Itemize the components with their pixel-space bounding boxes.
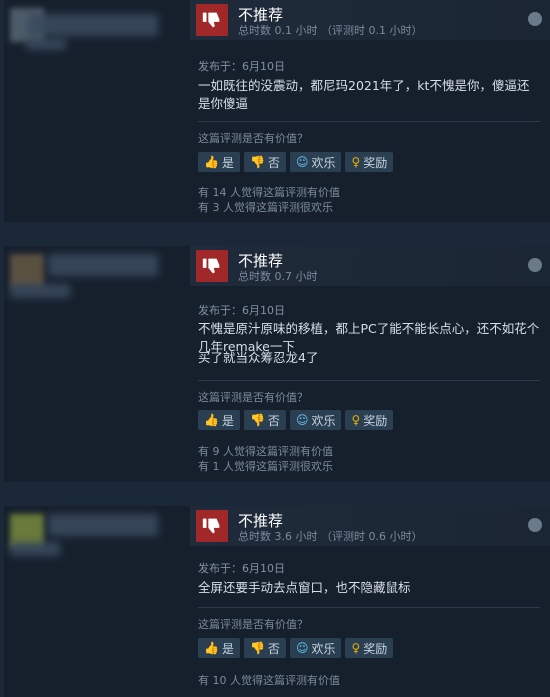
review-header[interactable]: 不推荐 总时数 0.1 小时 （评测时 0.1 小时） [190,0,550,40]
smile-icon: ☺ [295,155,309,169]
vote-yes-button[interactable]: 👍 是 [198,152,240,172]
award-icon: ♀ [351,641,361,655]
helpful-question: 这篇评测是否有价值？ [198,391,308,404]
vote-funny-button[interactable]: ☺ 欢乐 [289,152,342,172]
vote-yes-button[interactable]: 👍 是 [198,410,240,430]
thumbs-down-icon: 👎 [249,641,265,655]
review-header[interactable]: 不推荐 总时数 0.7 小时 [190,246,550,286]
reviewer-name-blurred[interactable] [48,254,158,276]
reviewer-meta-blurred [10,542,60,556]
helpful-count: 有 9 人觉得这篇评测有价值 [198,445,333,458]
award-button[interactable]: ♀ 奖励 [345,638,394,658]
helpful-question: 这篇评测是否有价值？ [198,618,308,631]
vote-yes-button[interactable]: 👍 是 [198,638,240,658]
play-hours: 总时数 3.6 小时 （评测时 0.6 小时） [238,530,423,543]
thumbs-down-icon [196,4,228,36]
review-text: 全屏还要手动去点窗口，也不隐藏鼠标 [198,580,411,595]
vote-funny-button[interactable]: ☺ 欢乐 [289,410,342,430]
posted-date: 发布于：6月10日 [198,60,285,73]
reviewer-meta-blurred [10,284,70,298]
reviewer-name-blurred[interactable] [48,514,158,536]
vote-no-button[interactable]: 👎 否 [243,152,286,172]
review-card: 不推荐 总时数 0.1 小时 （评测时 0.1 小时） 发布于：6月10日 一如… [4,0,550,222]
funny-count: 有 1 人觉得这篇评测很欢乐 [198,460,333,473]
play-hours: 总时数 0.1 小时 （评测时 0.1 小时） [238,24,423,37]
award-button[interactable]: ♀ 奖励 [345,152,394,172]
thumbs-up-icon: 👍 [204,155,219,169]
steam-icon [528,258,542,272]
thumbs-up-icon: 👍 [204,641,219,655]
thumbs-down-icon [196,250,228,282]
review-text: 一如既往的没震动，都尼玛2021年了，kt不愧是你，傻逼还是你傻逼 [198,78,530,111]
divider [198,607,540,608]
divider [198,121,540,122]
posted-date: 发布于：6月10日 [198,562,285,575]
reviewer-info [4,506,184,697]
steam-icon [528,12,542,26]
helpful-count: 有 10 人觉得这篇评测有价值 [198,674,340,687]
reviewer-name-blurred[interactable] [28,14,158,36]
vote-no-button[interactable]: 👎 否 [243,638,286,658]
thumbs-up-icon: 👍 [204,413,219,427]
thumbs-down-icon: 👎 [249,155,265,169]
vote-funny-button[interactable]: ☺ 欢乐 [289,638,342,658]
helpful-count: 有 14 人觉得这篇评测有价值 [198,186,340,199]
review-card: 不推荐 总时数 0.7 小时 发布于：6月10日 不愧是原汁原味的移植，都上PC… [4,246,550,482]
award-icon: ♀ [351,155,361,169]
avatar[interactable] [10,254,44,288]
thumbs-down-icon: 👎 [249,413,265,427]
divider [198,380,540,381]
posted-date: 发布于：6月10日 [198,304,285,317]
award-button[interactable]: ♀ 奖励 [345,410,394,430]
smile-icon: ☺ [295,413,309,427]
review-text-line2: 买了就当众筹忍龙4了 [198,350,319,365]
award-icon: ♀ [351,413,361,427]
play-hours: 总时数 0.7 小时 [238,270,318,283]
reviewer-info [4,246,184,482]
reviewer-meta-blurred [26,38,66,50]
review-header[interactable]: 不推荐 总时数 3.6 小时 （评测时 0.6 小时） [190,506,550,546]
funny-count: 有 3 人觉得这篇评测很欢乐 [198,201,333,214]
steam-icon [528,518,542,532]
thumbs-down-icon [196,510,228,542]
helpful-question: 这篇评测是否有价值？ [198,132,308,145]
vote-no-button[interactable]: 👎 否 [243,410,286,430]
reviewer-info [4,0,184,222]
smile-icon: ☺ [295,641,309,655]
review-card: 不推荐 总时数 3.6 小时 （评测时 0.6 小时） 发布于：6月10日 全屏… [4,506,550,697]
